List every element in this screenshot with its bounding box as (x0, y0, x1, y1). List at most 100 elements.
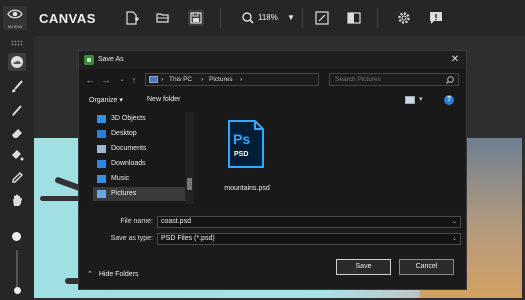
save-type-field-label: Save as type: (110, 235, 153, 242)
save-icon (190, 12, 202, 24)
zoom-level[interactable]: 118% (258, 13, 278, 22)
pictures-icon (97, 190, 106, 198)
brush-tool[interactable] (8, 78, 26, 96)
dialog-titlebar[interactable]: Save As ✕ (79, 51, 466, 69)
pan-tool[interactable] (8, 191, 26, 209)
address-bar[interactable]: › This PC › Pictures › ⌄ ↻ (145, 73, 383, 86)
drag-handle-icon[interactable] (11, 40, 23, 46)
breadcrumb-this-pc[interactable]: This PC (169, 76, 192, 83)
cloud-icon (11, 56, 23, 68)
nav-item-label: Pictures (111, 190, 137, 197)
nav-item-3d-objects[interactable]: 3D Objects (93, 112, 189, 126)
file-name-input[interactable]: coast.psd ⌄ (157, 216, 461, 228)
music-icon (97, 175, 106, 183)
downloads-icon (97, 160, 106, 168)
forward-button[interactable]: → (101, 74, 111, 86)
line-tool[interactable] (8, 102, 26, 120)
nav-item-label: Music (111, 175, 130, 182)
up-button[interactable]: ↑ (129, 74, 139, 86)
open-file-button[interactable] (155, 10, 171, 26)
breadcrumb-pictures[interactable]: Pictures (209, 76, 232, 83)
save-button[interactable]: Save (336, 259, 391, 275)
file-name-label: mountains.psd (224, 185, 270, 192)
view-options-icon[interactable] (405, 96, 415, 104)
save-type-select[interactable]: PSD Files (*.psd) ⌄ (157, 233, 461, 245)
brush-size-slider-thumb[interactable] (14, 287, 21, 294)
new-file-button[interactable] (124, 10, 140, 26)
split-view-button[interactable] (346, 10, 362, 26)
materials-tool[interactable] (8, 53, 26, 71)
recent-locations-button[interactable]: ⌄ (117, 74, 127, 86)
search-input[interactable]: Search Pictures (329, 73, 459, 86)
chevron-down-icon[interactable]: ⌄ (452, 218, 457, 225)
navigation-row: ← → ⌄ ↑ › This PC › Pictures › ⌄ ↻ Searc… (79, 72, 466, 88)
back-button[interactable]: ← (85, 74, 95, 86)
brush-size-indicator[interactable] (12, 232, 21, 241)
chevron-down-icon[interactable]: ⌄ (452, 235, 457, 242)
save-file-button[interactable] (188, 10, 204, 26)
fill-tool[interactable] (8, 146, 26, 164)
settings-button[interactable] (396, 10, 412, 26)
brush-stroke (40, 196, 80, 201)
nav-item-pictures[interactable]: Pictures (93, 187, 189, 201)
eraser-tool[interactable] (8, 124, 26, 142)
split-view-icon (347, 12, 361, 24)
arrow-up-icon: ↑ (131, 75, 137, 85)
gear-icon (398, 12, 410, 24)
nav-item-label: 3D Objects (111, 115, 146, 122)
new-folder-button[interactable]: New folder (147, 96, 180, 103)
nav-item-label: Desktop (111, 130, 137, 137)
breadcrumb-chevron-icon[interactable]: › (240, 76, 242, 83)
save-type-value: PSD Files (*.psd) (161, 235, 215, 242)
psd-icon-text: Ps (233, 131, 251, 147)
view-options-dropdown-icon[interactable]: ▾ (419, 95, 423, 103)
breadcrumb-chevron-icon[interactable]: › (201, 76, 203, 83)
nvidia-logo: NVIDIA (3, 6, 27, 30)
nav-item-desktop[interactable]: Desktop (93, 127, 189, 141)
zoom-button[interactable] (240, 10, 256, 26)
hide-folders-toggle[interactable]: ⌃ Hide Folders (87, 270, 139, 278)
hide-folders-label: Hide Folders (98, 271, 139, 278)
close-icon: ✕ (450, 54, 460, 65)
eyedropper-tool[interactable] (8, 169, 26, 187)
app-title: CANVAS (39, 11, 96, 26)
new-file-icon (126, 11, 139, 25)
file-list: Ps PSD mountains.psd (201, 112, 463, 204)
zoom-dropdown-icon[interactable]: ▼ (287, 13, 295, 22)
pictures-folder-icon (149, 76, 158, 83)
psd-icon-subtext: PSD (234, 151, 249, 158)
nvidia-eye-icon (7, 9, 23, 19)
hand-icon (13, 194, 22, 206)
navigation-scrollbar[interactable] (185, 112, 194, 204)
paint-bucket-icon (12, 150, 24, 161)
help-icon[interactable]: ? (444, 95, 454, 105)
nav-item-music[interactable]: Music (93, 172, 189, 186)
scrollbar-thumb[interactable] (187, 178, 192, 190)
file-name-value: coast.psd (161, 218, 191, 225)
breadcrumb-chevron-icon[interactable]: › (161, 76, 163, 83)
app-icon (84, 55, 94, 65)
file-item-mountains[interactable]: Ps PSD mountains.psd (211, 117, 277, 197)
organize-menu[interactable]: Organize ▾ (89, 96, 123, 104)
fit-to-screen-button[interactable] (314, 10, 330, 26)
arrow-left-icon: ← (85, 75, 95, 85)
navigation-pane: 3D Objects Desktop Documents Downloads M… (93, 112, 196, 204)
nav-item-documents[interactable]: Documents (93, 142, 189, 156)
3d-objects-icon (97, 115, 106, 123)
toolbar-divider (377, 8, 378, 28)
file-name-field-label: File name: (120, 218, 153, 225)
search-placeholder: Search Pictures (335, 76, 381, 83)
nav-item-downloads[interactable]: Downloads (93, 157, 189, 171)
eraser-icon (12, 129, 22, 138)
chevron-up-icon: ⌃ (87, 271, 93, 278)
magnifier-icon (242, 12, 254, 24)
toolbar-divider (220, 8, 221, 28)
eyedropper-icon (12, 172, 23, 183)
save-as-dialog: Save As ✕ ← → ⌄ ↑ › This PC › Pictures ›… (78, 50, 467, 290)
close-button[interactable]: ✕ (449, 54, 461, 66)
nav-item-label: Downloads (111, 160, 146, 167)
desktop-icon (97, 130, 106, 138)
pen-line-icon (12, 105, 22, 116)
feedback-button[interactable] (428, 10, 444, 26)
cancel-button[interactable]: Cancel (399, 259, 454, 275)
